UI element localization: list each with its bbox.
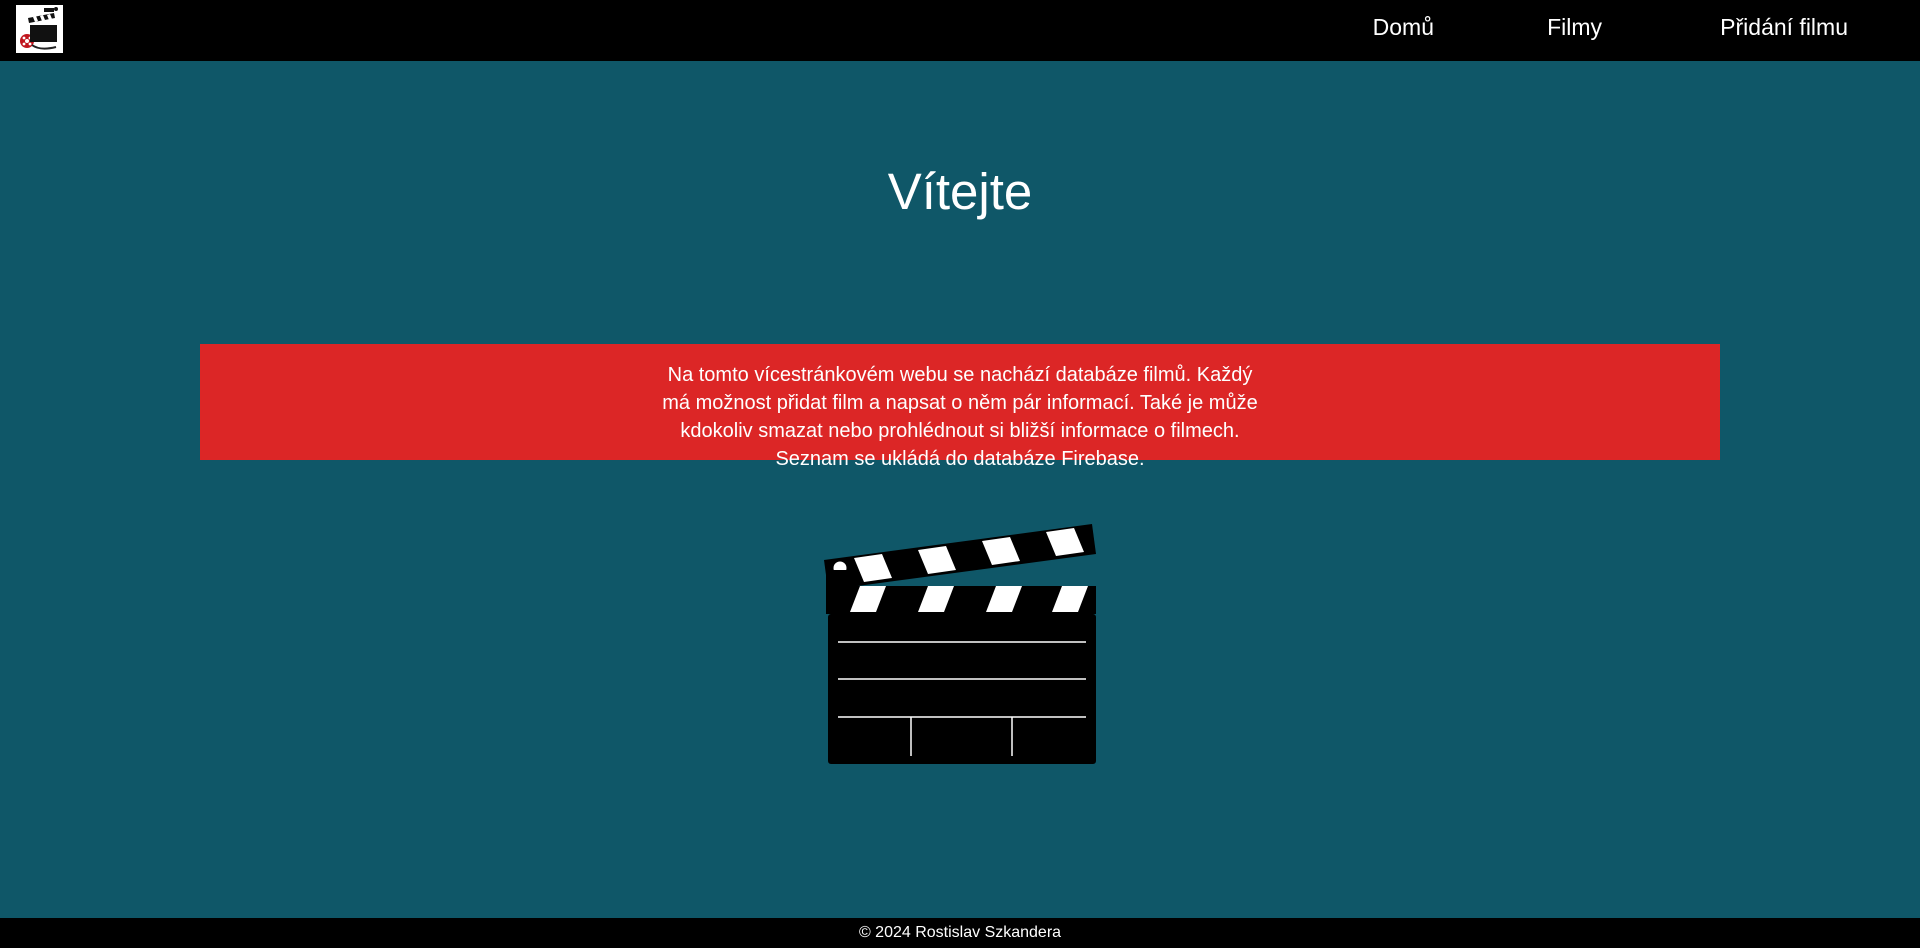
film-logo-icon[interactable] [16, 5, 63, 53]
page-title: Vítejte [887, 163, 1033, 220]
nav-link-add-film[interactable]: Přidání filmu [1720, 14, 1848, 41]
clapperboard-icon [820, 520, 1100, 770]
copyright-text: © 2024 Rostislav Szkandera [858, 924, 1062, 941]
nav-link-films[interactable]: Filmy [1547, 14, 1602, 41]
nav-link-home[interactable]: Domů [1373, 14, 1434, 41]
info-text: Na tomto vícestránkovém webu se nachází … [662, 364, 1258, 470]
navbar: Domů Filmy Přidání filmu [0, 0, 1920, 61]
footer: © 2024 Rostislav Szkandera [0, 918, 1920, 948]
info-box: Na tomto vícestránkovém webu se nachází … [200, 344, 1720, 470]
